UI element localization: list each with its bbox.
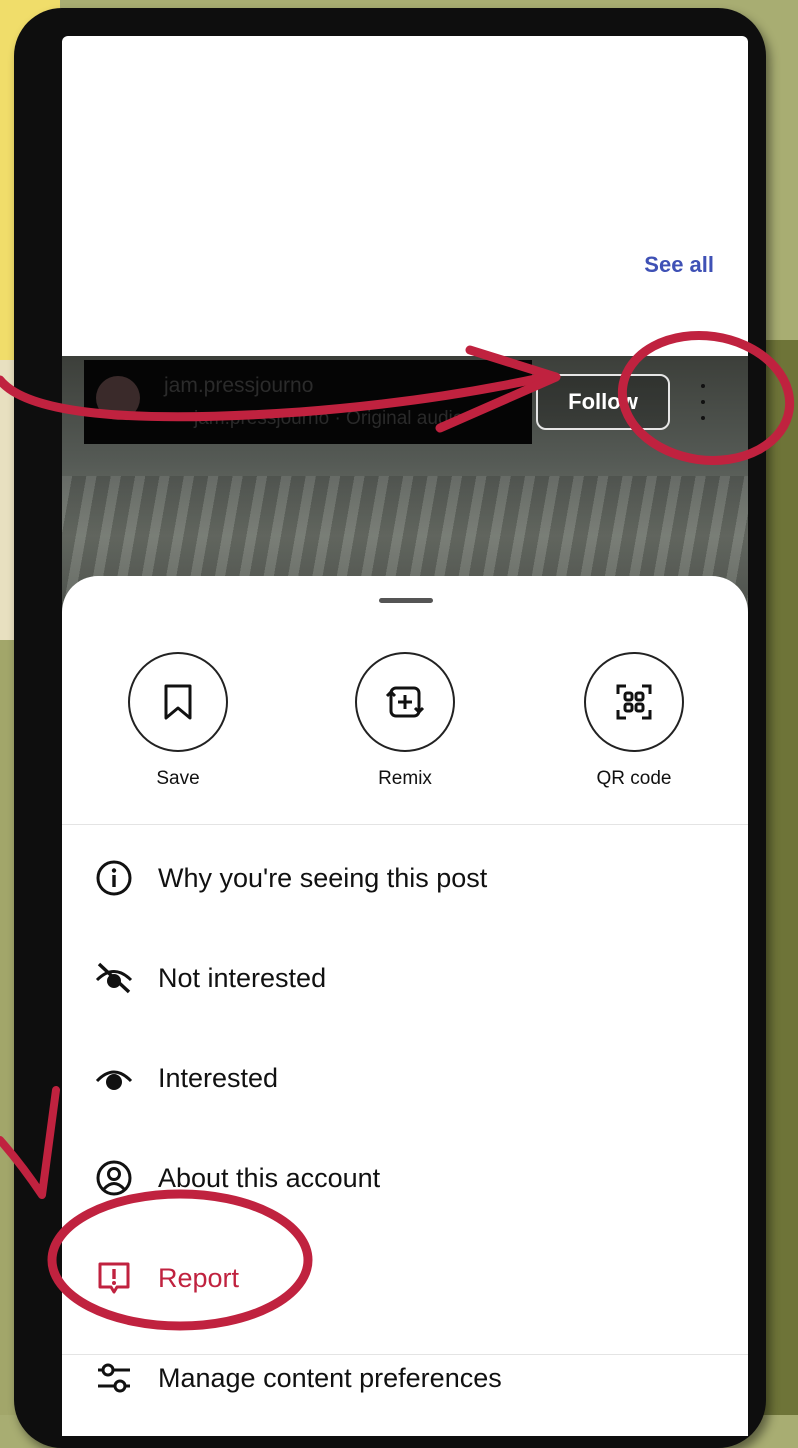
menu-item-label: Why you're seeing this post [158,862,488,893]
see-all-link[interactable]: See all [644,252,714,278]
menu-item-label: Not interested [158,962,327,993]
remix-button[interactable]: Remix [335,652,475,790]
menu-item-label: Interested [158,1062,279,1093]
options-bottom-sheet: Save Remix QR code Why you're seeing thi… [62,576,748,1436]
menu-item-not-interested[interactable]: Not interested [92,948,326,1008]
remix-icon [385,686,425,718]
post-username[interactable]: jam.pressjourno [164,374,313,398]
save-label: Save [156,768,200,789]
remix-circle [355,652,455,752]
info-icon [92,856,136,900]
qr-code-label: QR code [596,768,672,789]
more-options-icon[interactable] [698,384,708,420]
redacted-bar [84,360,532,444]
menu-item-manage-preferences[interactable]: Manage content preferences [92,1348,502,1408]
menu-item-label: Manage content preferences [158,1362,502,1393]
avatar[interactable] [96,376,140,420]
eye-off-icon [92,956,136,1000]
sliders-icon [92,1356,136,1400]
menu-item-label: Report [158,1262,240,1293]
save-button[interactable]: Save [108,652,248,790]
menu-item-report[interactable]: Report [92,1248,239,1308]
account-icon [92,1156,136,1200]
menu-item-interested[interactable]: Interested [92,1048,278,1108]
bookmark-icon [164,684,192,720]
phone-frame: See all jam.pressjourno jam.pressjourno … [14,8,766,1448]
sheet-drag-handle[interactable] [379,598,433,603]
phone-screen: See all jam.pressjourno jam.pressjourno … [62,36,748,1436]
post-audio-line[interactable]: jam.pressjourno · Original audio [194,408,463,430]
qr-code-button[interactable]: QR code [564,652,704,790]
menu-item-why-seeing[interactable]: Why you're seeing this post [92,848,487,908]
qr-code-icon [616,684,652,720]
divider [62,824,748,825]
menu-item-label: About this account [158,1162,381,1193]
eye-icon [92,1056,136,1100]
save-circle [128,652,228,752]
report-icon [92,1256,136,1300]
qr-code-circle [584,652,684,752]
follow-button[interactable]: Follow [536,374,670,430]
remix-label: Remix [378,768,432,789]
menu-item-about-account[interactable]: About this account [92,1148,380,1208]
